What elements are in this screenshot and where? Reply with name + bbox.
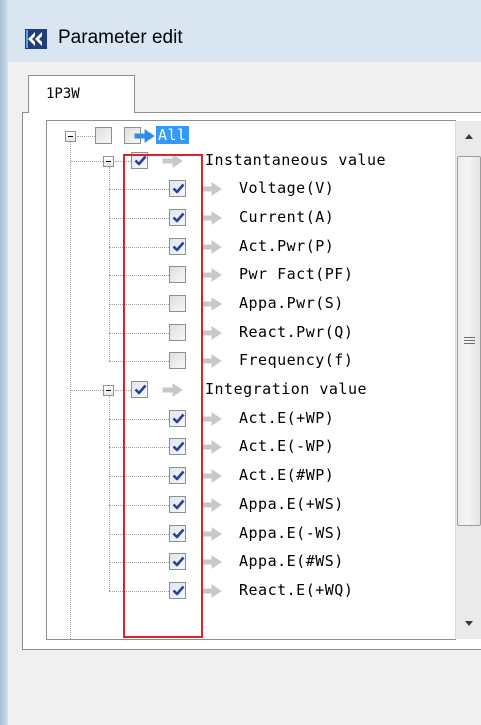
tree-node-label[interactable]: Pwr Fact(PF) xyxy=(239,265,353,283)
tree-line xyxy=(77,136,95,137)
right-arrow-icon xyxy=(201,555,223,570)
right-arrow-icon xyxy=(201,297,223,311)
tree-node-label[interactable]: React.E(+WQ) xyxy=(239,581,353,599)
right-arrow-icon xyxy=(201,210,223,225)
tree-line xyxy=(109,166,110,362)
tree-node-label[interactable]: Voltage(V) xyxy=(239,179,334,197)
tree-node-label[interactable]: Act.E(#WP) xyxy=(239,466,334,484)
right-arrow-icon xyxy=(134,129,156,143)
thumb-grip-line xyxy=(464,343,475,344)
tree-node-label[interactable]: Appa.Pwr(S) xyxy=(239,294,344,312)
tree-line xyxy=(71,160,103,162)
right-arrow-icon xyxy=(201,268,223,283)
tree-line xyxy=(109,396,110,591)
right-arrow-icon xyxy=(201,583,223,598)
dialog-bottom-area xyxy=(8,650,481,725)
collapse-minus-icon[interactable] xyxy=(103,155,114,167)
tree-node-label[interactable]: Integration value xyxy=(205,380,367,398)
tree-node-label[interactable]: Appa.E(+WS) xyxy=(239,495,344,513)
tree-node-label[interactable]: Appa.E(-WS) xyxy=(239,524,344,542)
right-arrow-icon xyxy=(201,440,223,455)
collapse-minus-icon[interactable] xyxy=(103,385,114,397)
tree-node-label[interactable]: Act.E(-WP) xyxy=(239,437,334,455)
right-arrow-icon xyxy=(201,411,223,426)
tree-node-label[interactable]: Act.Pwr(P) xyxy=(239,237,334,255)
tree-node-label[interactable]: Appa.E(#WS) xyxy=(239,552,344,570)
right-arrow-icon xyxy=(201,497,223,512)
tree-node-label[interactable]: Frequency(f) xyxy=(239,351,353,369)
scrollbar-thumb[interactable] xyxy=(457,156,481,526)
tree-node-label[interactable]: React.Pwr(Q) xyxy=(239,323,353,341)
tree-node-label[interactable]: Act.E(+WP) xyxy=(239,409,334,427)
right-arrow-icon xyxy=(201,354,223,369)
window-title: Parameter edit xyxy=(58,27,183,48)
right-arrow-icon xyxy=(201,182,223,197)
tree-scrollbar[interactable] xyxy=(455,121,481,639)
scroll-up-arrow-icon[interactable] xyxy=(456,121,481,151)
tree-node-label[interactable]: Current(A) xyxy=(239,208,334,226)
parameter-tree[interactable]: All Instantaneous value Voltage(V) Current(… xyxy=(46,120,456,640)
tab-1p3w[interactable]: 1P3W xyxy=(28,75,135,113)
right-arrow-icon xyxy=(201,526,223,541)
thumb-grip-line xyxy=(464,340,475,341)
tree-line xyxy=(71,390,103,392)
checkbox[interactable] xyxy=(95,127,112,144)
right-arrow-icon xyxy=(201,469,223,484)
thumb-grip-line xyxy=(464,337,475,338)
parameter-edit-window: Parameter edit 1P3W All Instantaneous val… xyxy=(0,0,481,725)
collapse-minus-icon[interactable] xyxy=(65,131,76,142)
tree-node-label[interactable]: All xyxy=(156,126,189,144)
app-logo-icon xyxy=(25,29,47,49)
tree-node-label[interactable]: Instantaneous value xyxy=(205,151,386,169)
highlight-box-annotation xyxy=(123,154,203,638)
tab-label: 1P3W xyxy=(46,86,80,102)
right-arrow-icon xyxy=(201,239,223,254)
right-arrow-icon xyxy=(201,325,223,340)
scroll-down-arrow-icon[interactable] xyxy=(456,609,481,639)
title-bar[interactable]: Parameter edit xyxy=(8,0,481,62)
